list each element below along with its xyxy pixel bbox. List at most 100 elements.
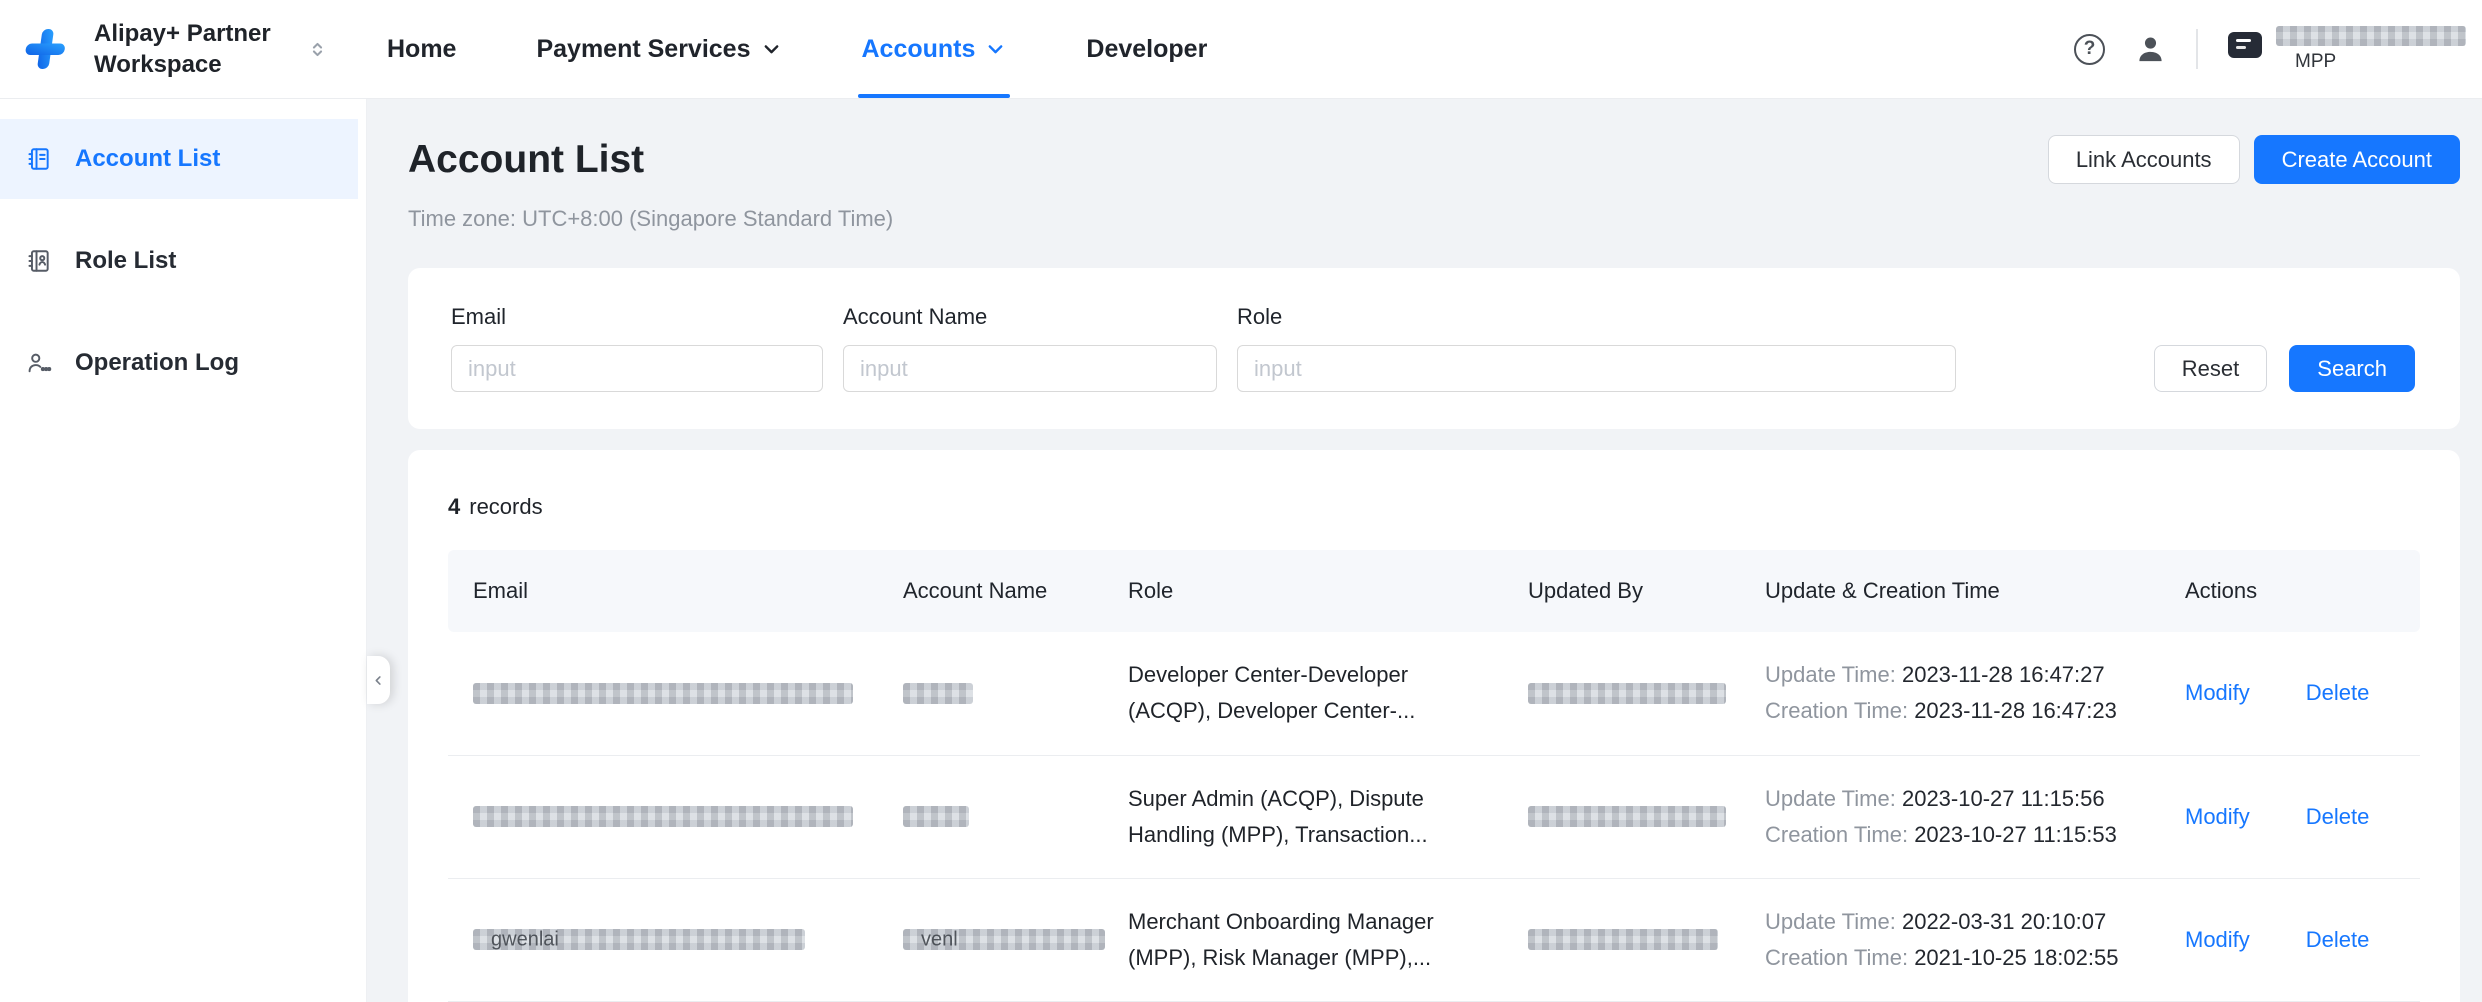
chevron-down-icon — [985, 39, 1006, 60]
creation-time-value: 2021-10-25 18:02:55 — [1914, 945, 2118, 970]
col-header-updated-by: Updated By — [1503, 550, 1740, 632]
modify-link[interactable]: Modify — [2185, 804, 2250, 829]
creation-time-line: Creation Time: 2023-11-28 16:47:23 — [1765, 693, 2160, 729]
nav-label: Payment Services — [536, 35, 750, 64]
modify-link[interactable]: Modify — [2185, 680, 2250, 705]
sidebar-item-account-list[interactable]: Account List — [0, 119, 358, 199]
table-row: gwenlai venl Merchant Onboarding Manager… — [448, 878, 2420, 1001]
update-time-value: 2022-03-31 20:10:07 — [1902, 909, 2106, 934]
account-name-filter-input[interactable] — [843, 345, 1217, 392]
role-filter-field: Role — [1237, 304, 1956, 392]
col-header-email: Email — [448, 550, 878, 632]
operation-log-icon — [26, 350, 52, 376]
table-card: 4records Email Account Name Role Updated… — [408, 450, 2460, 1002]
sidebar-item-label: Role List — [75, 247, 176, 275]
account-fragment: venl — [921, 929, 958, 950]
role-list-icon — [26, 248, 52, 274]
email-filter-input[interactable] — [451, 345, 823, 392]
filter-row: Email Account Name Role Reset Search — [451, 304, 2415, 392]
delete-link[interactable]: Delete — [2306, 680, 2370, 705]
main-nav: Home Payment Services Accounts Developer — [387, 0, 1287, 98]
update-time-value: 2023-10-27 11:15:56 — [1902, 786, 2105, 811]
search-button[interactable]: Search — [2289, 345, 2415, 392]
modify-link[interactable]: Modify — [2185, 927, 2250, 952]
table-row: Developer Center-Developer (ACQP), Devel… — [448, 632, 2420, 755]
sidebar-item-operation-log[interactable]: Operation Log — [0, 323, 358, 403]
sidebar: Account List Role List — [0, 99, 367, 1002]
link-accounts-button[interactable]: Link Accounts — [2048, 135, 2240, 184]
screen: Alipay+ Partner Workspace Home Payment S… — [0, 0, 2482, 1002]
navbar-right: MPP — [2074, 26, 2466, 73]
redacted-updated-by — [1528, 683, 1726, 704]
role-filter-label: Role — [1237, 304, 1956, 330]
org-meta: MPP — [2276, 26, 2466, 73]
update-time-label: Update Time: — [1765, 662, 1896, 687]
main-content: Account List Link Accounts Create Accoun… — [367, 99, 2482, 1002]
chevron-down-icon — [761, 39, 782, 60]
sidebar-item-label: Account List — [75, 145, 220, 173]
delete-link[interactable]: Delete — [2306, 804, 2370, 829]
creation-time-label: Creation Time: — [1765, 822, 1908, 847]
creation-time-value: 2023-11-28 16:47:23 — [1914, 698, 2117, 723]
sidebar-collapse-handle[interactable] — [367, 656, 390, 704]
page-head: Account List Link Accounts Create Accoun… — [408, 135, 2460, 184]
filter-buttons: Reset Search — [2154, 345, 2415, 392]
col-header-role: Role — [1103, 550, 1503, 632]
alipay-plus-logo-icon — [22, 26, 68, 72]
nav-label: Developer — [1086, 35, 1207, 64]
email-filter-label: Email — [451, 304, 823, 330]
help-icon[interactable] — [2074, 34, 2105, 65]
redacted-email — [473, 683, 853, 704]
redacted-updated-by — [1528, 806, 1726, 827]
page-title: Account List — [408, 138, 644, 182]
update-time-label: Update Time: — [1765, 909, 1896, 934]
update-time-value: 2023-11-28 16:47:27 — [1902, 662, 2105, 687]
redacted-updated-by — [1528, 929, 1718, 950]
nav-item-developer[interactable]: Developer — [1086, 0, 1207, 98]
org-switcher[interactable]: MPP — [2228, 26, 2466, 73]
redacted-account-name — [903, 683, 973, 704]
chevron-left-icon — [372, 674, 385, 687]
reset-button[interactable]: Reset — [2154, 345, 2267, 392]
creation-time-value: 2023-10-27 11:15:53 — [1914, 822, 2117, 847]
sidebar-item-role-list[interactable]: Role List — [0, 221, 358, 301]
redacted-account-name — [903, 806, 969, 827]
table-row: Super Admin (ACQP), Dispute Handling (MP… — [448, 755, 2420, 878]
update-time-line: Update Time: 2022-03-31 20:10:07 — [1765, 904, 2160, 940]
top-navbar: Alipay+ Partner Workspace Home Payment S… — [0, 0, 2482, 99]
account-list-icon — [26, 146, 52, 172]
creation-time-label: Creation Time: — [1765, 945, 1908, 970]
role-cell: Merchant Onboarding Manager (MPP), Risk … — [1128, 904, 1468, 976]
org-label: MPP — [2276, 51, 2466, 73]
update-time-line: Update Time: 2023-11-28 16:47:27 — [1765, 657, 2160, 693]
role-filter-input[interactable] — [1237, 345, 1956, 392]
update-time-label: Update Time: — [1765, 786, 1896, 811]
creation-time-line: Creation Time: 2023-10-27 11:15:53 — [1765, 817, 2160, 853]
redacted-org-name — [2276, 26, 2466, 46]
col-header-account-name: Account Name — [878, 550, 1103, 632]
delete-link[interactable]: Delete — [2306, 927, 2370, 952]
redacted-email — [473, 806, 853, 827]
nav-item-accounts[interactable]: Accounts — [862, 0, 1007, 98]
email-filter-field: Email — [451, 304, 823, 392]
divider — [2196, 29, 2198, 69]
nav-item-payment-services[interactable]: Payment Services — [536, 0, 781, 98]
nav-label: Accounts — [862, 35, 976, 64]
nav-label: Home — [387, 35, 456, 64]
col-header-actions: Actions — [2160, 550, 2420, 632]
redacted-account-name: venl — [903, 929, 1105, 950]
creation-time-label: Creation Time: — [1765, 698, 1908, 723]
sidebar-item-label: Operation Log — [75, 349, 239, 377]
accounts-table: Email Account Name Role Updated By Updat… — [448, 550, 2420, 1002]
update-time-line: Update Time: 2023-10-27 11:15:56 — [1765, 781, 2160, 817]
account-name-filter-field: Account Name — [843, 304, 1217, 392]
create-account-button[interactable]: Create Account — [2254, 135, 2460, 184]
brand: Alipay+ Partner Workspace — [22, 18, 327, 80]
records-label: records — [469, 494, 542, 519]
user-icon[interactable] — [2135, 34, 2166, 65]
nav-item-home[interactable]: Home — [387, 0, 456, 98]
account-name-filter-label: Account Name — [843, 304, 1217, 330]
timezone-note: Time zone: UTC+8:00 (Singapore Standard … — [408, 206, 2460, 232]
workspace-switcher-icon[interactable] — [308, 40, 327, 59]
col-header-update-creation-time: Update & Creation Time — [1740, 550, 2160, 632]
